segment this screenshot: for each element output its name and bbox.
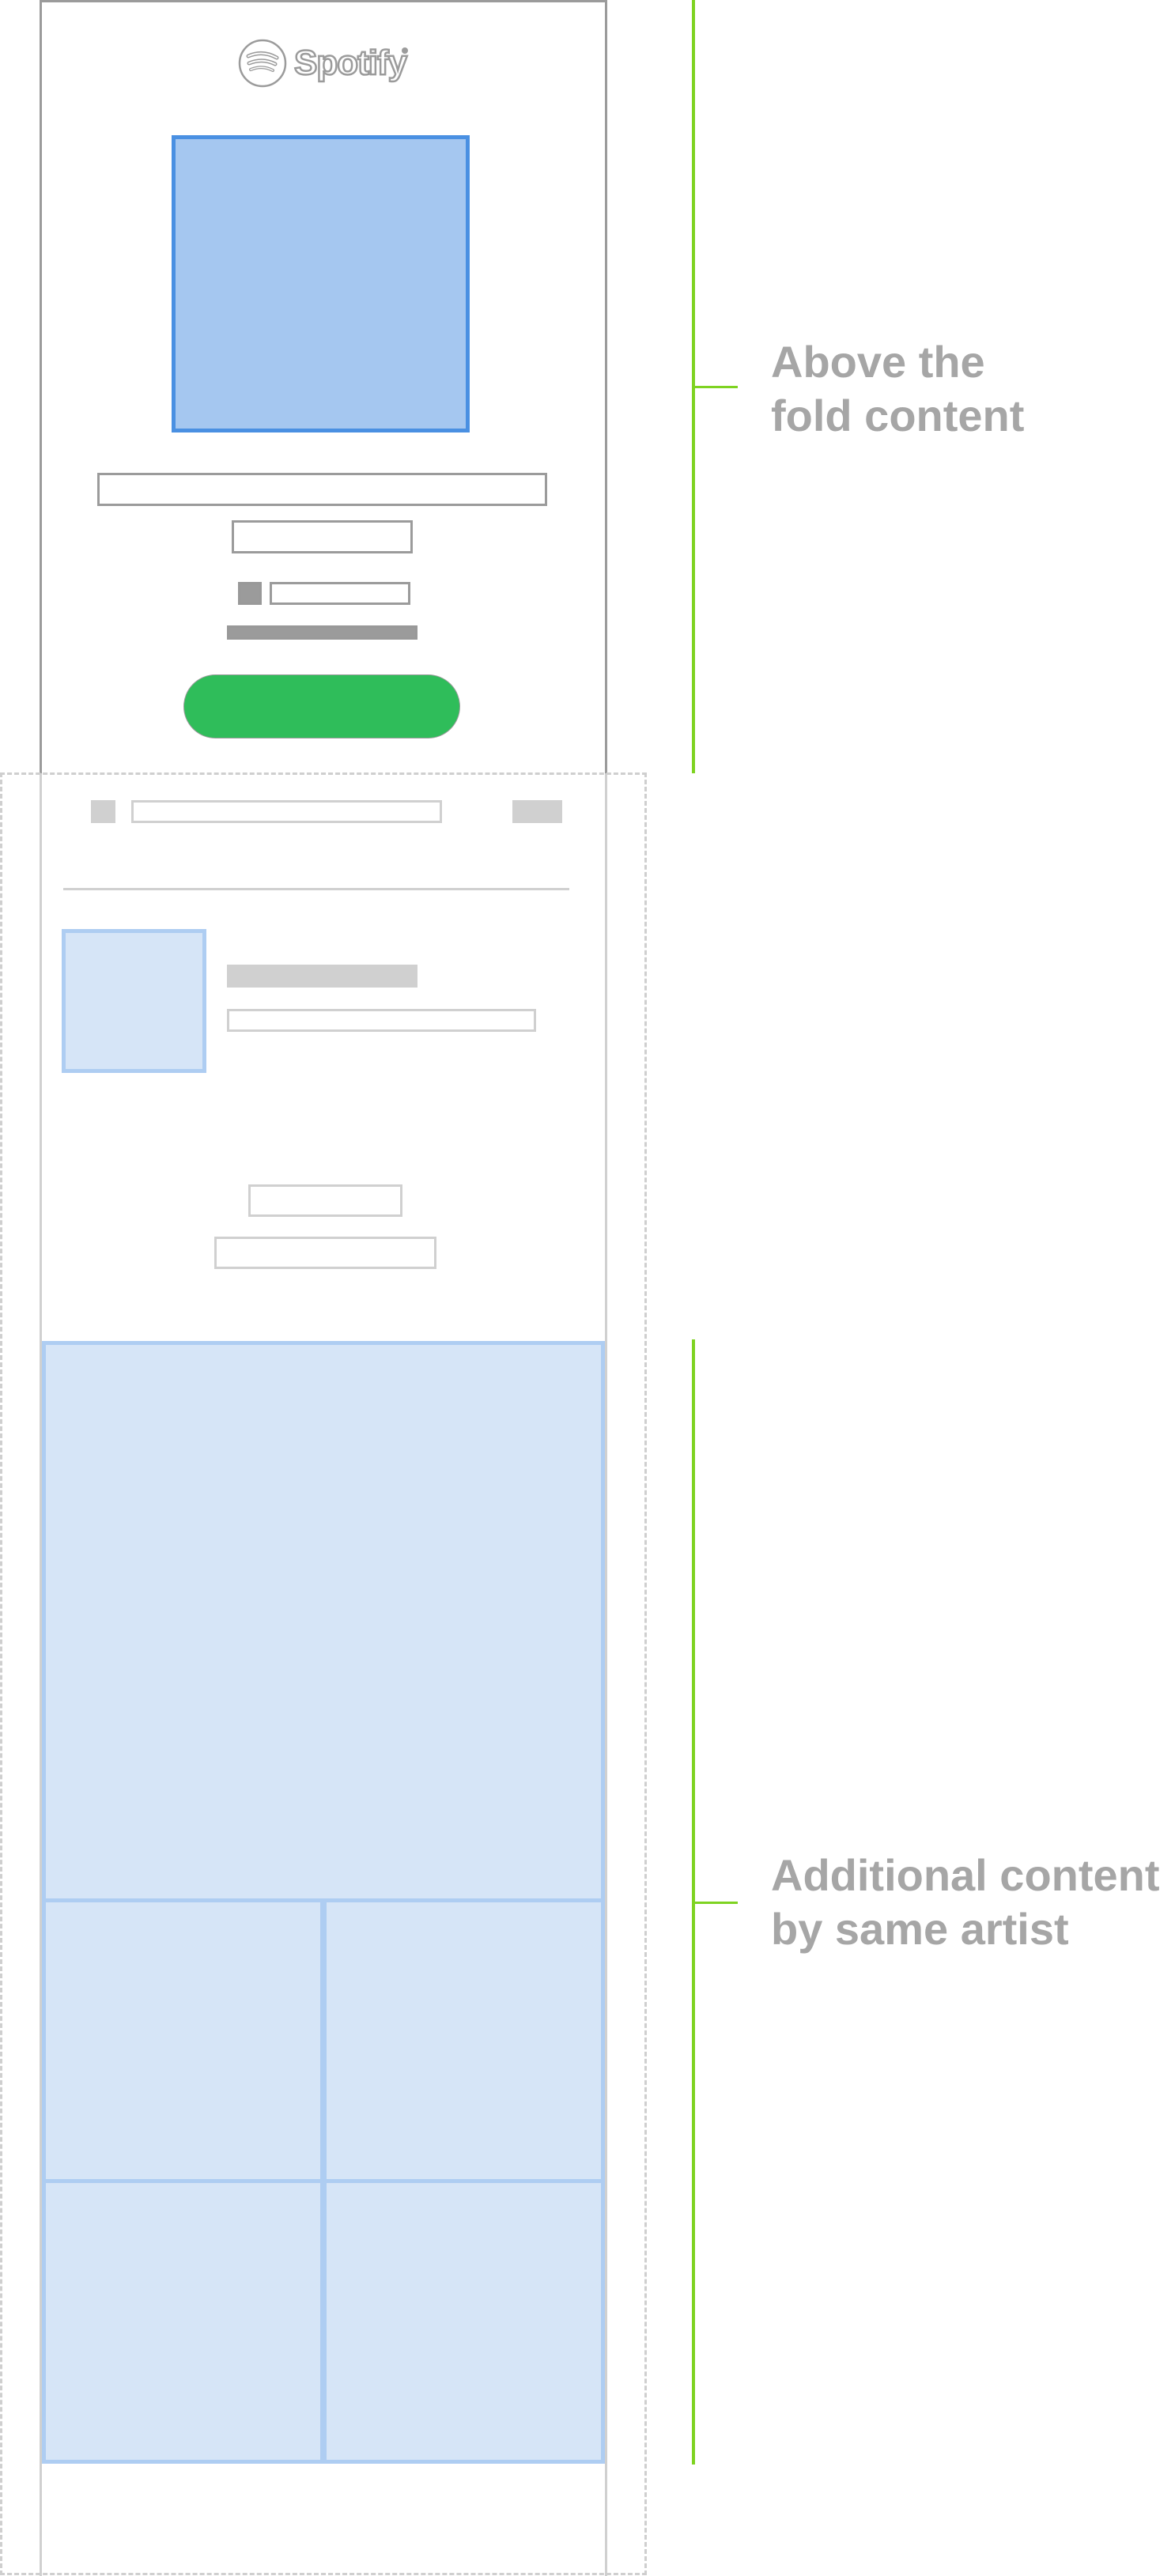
spotify-logo: Spotify — [237, 36, 408, 90]
progress-bar[interactable] — [227, 625, 417, 640]
related-thumbnail[interactable] — [62, 929, 206, 1073]
footer-link-placeholder[interactable] — [248, 1184, 402, 1217]
above-fold-bracket-tick — [692, 386, 738, 388]
footer-button-placeholder[interactable] — [214, 1237, 436, 1269]
artist-name-placeholder[interactable] — [232, 520, 413, 553]
artist-grid-item[interactable] — [323, 1898, 605, 2183]
above-fold-label: Above the fold content — [771, 335, 1024, 443]
row-text-placeholder — [131, 800, 442, 823]
spotify-icon — [238, 39, 287, 88]
artist-content-label: Additional content by same artist — [771, 1849, 1160, 1956]
save-checkbox[interactable] — [238, 582, 262, 605]
artist-grid-item[interactable] — [42, 2179, 324, 2464]
annotation-line: by same artist — [771, 1904, 1069, 1954]
annotation-line: Additional content — [771, 1850, 1160, 1900]
annotation-line: fold content — [771, 391, 1025, 440]
row-action-button[interactable] — [512, 800, 562, 823]
artist-grid-item[interactable] — [323, 2179, 605, 2464]
save-label-placeholder — [270, 582, 410, 605]
section-divider — [63, 888, 569, 890]
related-title-placeholder — [227, 965, 417, 988]
artist-content-bracket-tick — [692, 1902, 738, 1904]
logo-wordmark: Spotify — [293, 43, 409, 82]
row-icon-placeholder — [91, 800, 115, 823]
album-art[interactable] — [172, 135, 470, 432]
artist-feature-block[interactable] — [42, 1341, 605, 1906]
artist-grid-item[interactable] — [42, 1898, 324, 2183]
play-button[interactable] — [183, 674, 460, 738]
track-title-placeholder — [97, 473, 547, 506]
trademark-mark — [402, 47, 408, 54]
annotation-line: Above the — [771, 337, 985, 387]
related-subtitle-placeholder — [227, 1009, 536, 1032]
